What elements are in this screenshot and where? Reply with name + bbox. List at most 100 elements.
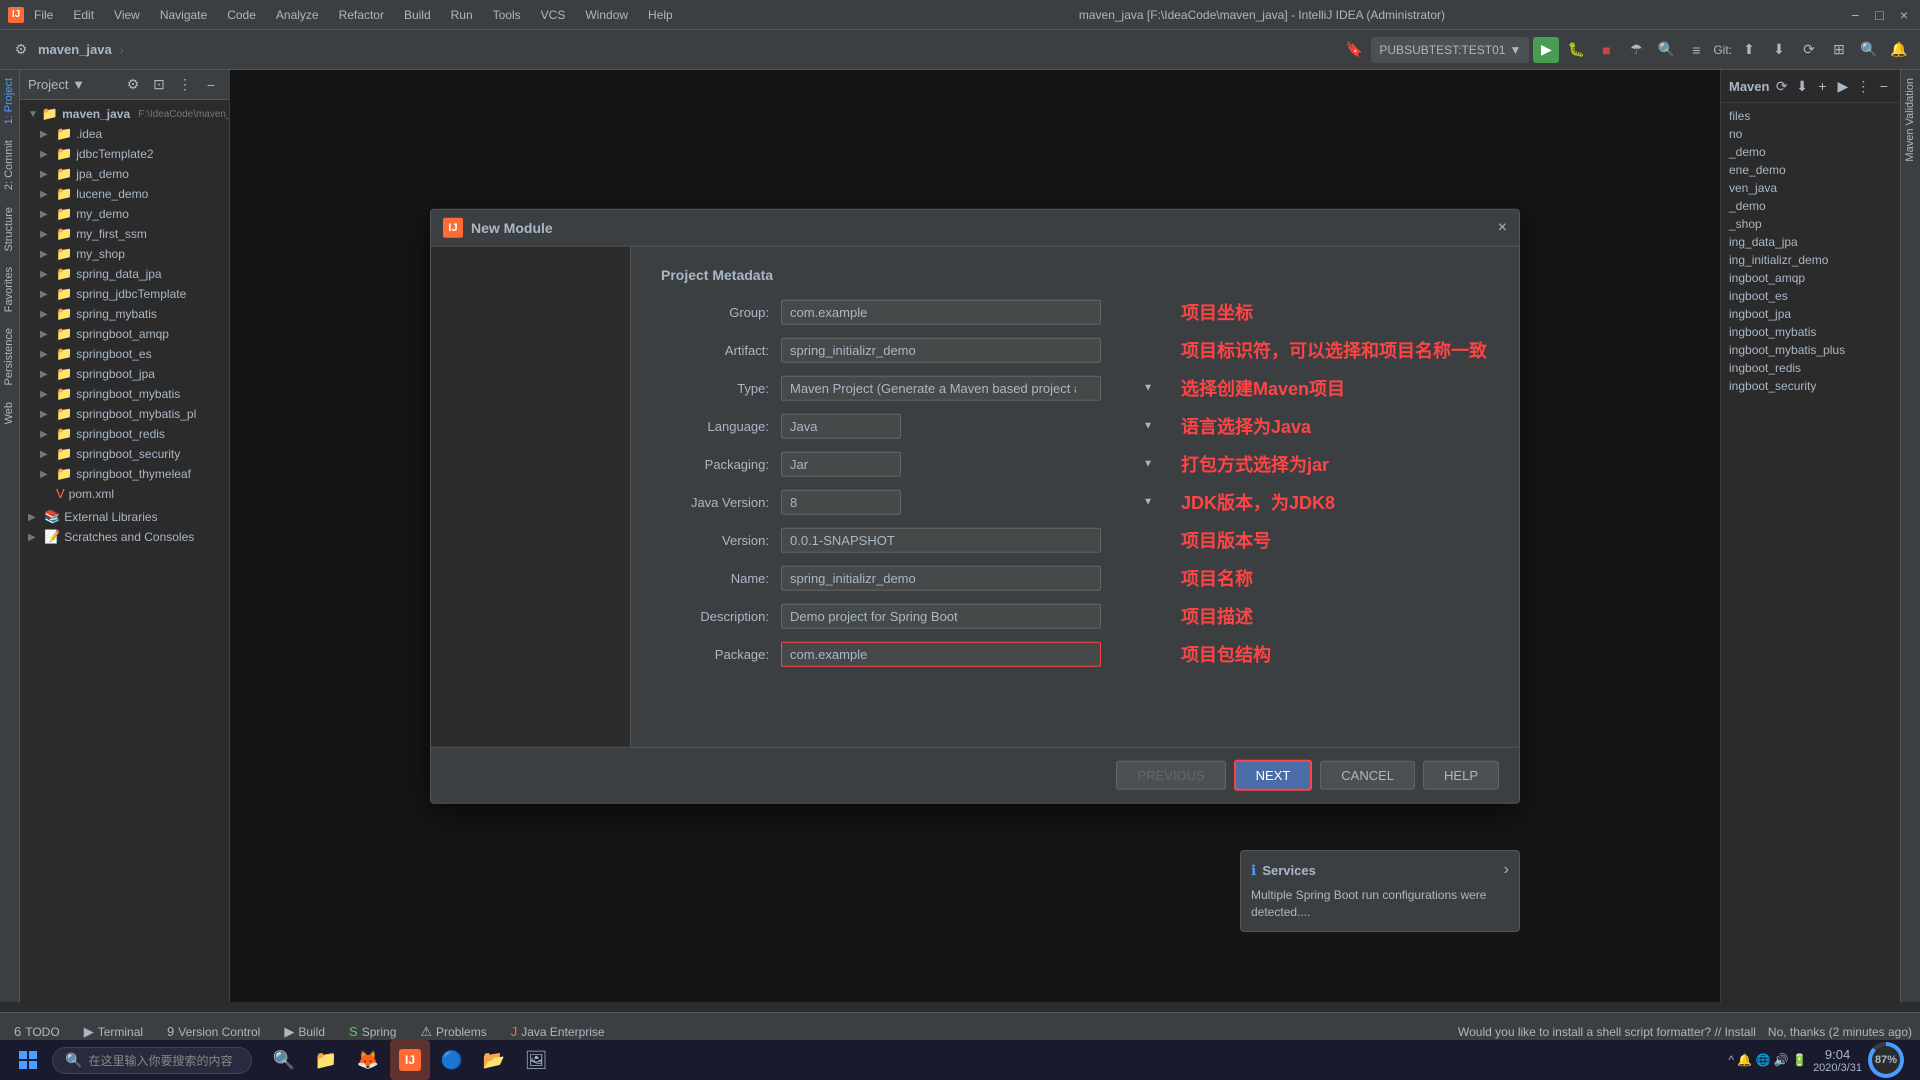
maven-item[interactable]: ingboot_redis: [1721, 359, 1900, 377]
maven-more-icon[interactable]: ⋮: [1855, 76, 1871, 96]
start-button[interactable]: [8, 1045, 48, 1075]
artifact-input[interactable]: [781, 337, 1101, 362]
coverage-button[interactable]: ☂: [1623, 37, 1649, 63]
close-button[interactable]: ×: [1896, 7, 1912, 23]
tree-root[interactable]: ▼ 📁 maven_java F:\IdeaCode\maven_java: [20, 104, 229, 124]
maven-item[interactable]: ven_java: [1721, 179, 1900, 197]
panel-more-icon[interactable]: ⋮: [175, 75, 195, 95]
right-tabs[interactable]: Maven Validation: [1900, 70, 1920, 1002]
maven-item[interactable]: ing_data_jpa: [1721, 233, 1900, 251]
tree-springboot-redis[interactable]: ▶ 📁 springboot_redis: [20, 424, 229, 444]
maven-item[interactable]: ingboot_mybatis: [1721, 323, 1900, 341]
git-history-button[interactable]: ⟳: [1796, 37, 1822, 63]
tree-my-shop[interactable]: ▶ 📁 my_shop: [20, 244, 229, 264]
services-expand-icon[interactable]: ›: [1504, 861, 1509, 879]
left-tab-favorites[interactable]: Favorites: [0, 259, 19, 320]
stop-button[interactable]: ■: [1593, 37, 1619, 63]
tree-spring-jdbctemplate[interactable]: ▶ 📁 spring_jdbcTemplate: [20, 284, 229, 304]
maven-refresh-icon[interactable]: ⟳: [1773, 76, 1789, 96]
tree-jpa-demo[interactable]: ▶ 📁 jpa_demo: [20, 164, 229, 184]
type-select[interactable]: Maven Project (Generate a Maven based pr…: [781, 375, 1101, 400]
menu-view[interactable]: View: [110, 6, 144, 24]
menu-window[interactable]: Window: [581, 6, 632, 24]
settings-button[interactable]: ⚙: [8, 37, 34, 63]
left-tab-persistence[interactable]: Persistence: [0, 320, 19, 393]
maven-item[interactable]: ingboot_mybatis_plus: [1721, 341, 1900, 359]
left-tab-web[interactable]: Web: [0, 394, 19, 432]
tree-springboot-jpa[interactable]: ▶ 📁 springboot_jpa: [20, 364, 229, 384]
maven-item[interactable]: _shop: [1721, 215, 1900, 233]
maven-item[interactable]: ingboot_security: [1721, 377, 1900, 395]
tree-spring-mybatis[interactable]: ▶ 📁 spring_mybatis: [20, 304, 229, 324]
bookmark-button[interactable]: 🔖: [1341, 37, 1367, 63]
packaging-select[interactable]: Jar War: [781, 451, 901, 476]
cancel-button[interactable]: CANCEL: [1320, 761, 1415, 790]
maven-item[interactable]: _demo: [1721, 197, 1900, 215]
name-input[interactable]: [781, 565, 1101, 590]
taskbar-search-app[interactable]: 🔍: [264, 1040, 304, 1080]
notification-button[interactable]: 🔔: [1886, 37, 1912, 63]
left-tabs[interactable]: 1: Project 2: Commit Structure Favorites…: [0, 70, 20, 1002]
maven-item[interactable]: no: [1721, 125, 1900, 143]
tree-springboot-amqp[interactable]: ▶ 📁 springboot_amqp: [20, 324, 229, 344]
search-everywhere-button[interactable]: 🔍: [1856, 37, 1882, 63]
tree-springboot-thymeleaf[interactable]: ▶ 📁 springboot_thymeleaf: [20, 464, 229, 484]
structure-button[interactable]: ≡: [1683, 37, 1709, 63]
maven-item[interactable]: files: [1721, 107, 1900, 125]
description-input[interactable]: [781, 603, 1101, 628]
tree-pom-xml[interactable]: ▶ V pom.xml: [20, 484, 229, 503]
tree-idea[interactable]: ▶ 📁 .idea: [20, 124, 229, 144]
taskbar-photos-app[interactable]: 🖼: [516, 1040, 556, 1080]
menu-refactor[interactable]: Refactor: [335, 6, 388, 24]
maven-item[interactable]: ing_initializr_demo: [1721, 251, 1900, 269]
tree-my-first-ssm[interactable]: ▶ 📁 my_first_ssm: [20, 224, 229, 244]
git-pull-button[interactable]: ⬇: [1766, 37, 1792, 63]
menu-run[interactable]: Run: [447, 6, 477, 24]
right-tab-maven-validation[interactable]: Maven Validation: [1901, 70, 1920, 170]
taskbar-explorer-app[interactable]: 📂: [474, 1040, 514, 1080]
maven-item[interactable]: ingboot_es: [1721, 287, 1900, 305]
maximize-button[interactable]: □: [1871, 7, 1887, 23]
tree-springboot-mybatis-pl[interactable]: ▶ 📁 springboot_mybatis_pl: [20, 404, 229, 424]
java-version-select[interactable]: 8 11 17: [781, 489, 901, 514]
maven-add-icon[interactable]: +: [1814, 76, 1830, 96]
menu-tools[interactable]: Tools: [489, 6, 525, 24]
maven-item[interactable]: ene_demo: [1721, 161, 1900, 179]
tree-springboot-es[interactable]: ▶ 📁 springboot_es: [20, 344, 229, 364]
maven-minimize-icon[interactable]: −: [1876, 76, 1892, 96]
run-config-selector[interactable]: PUBSUBTEST:TEST01 ▼: [1371, 37, 1529, 63]
search-button[interactable]: 🔍: [1653, 37, 1679, 63]
menu-code[interactable]: Code: [223, 6, 260, 24]
left-tab-structure[interactable]: Structure: [0, 199, 19, 260]
taskbar-search[interactable]: 🔍 在这里输入你要搜索的内容: [52, 1047, 252, 1074]
window-controls[interactable]: − □ ×: [1847, 7, 1912, 23]
package-input[interactable]: [781, 641, 1101, 666]
maven-item[interactable]: _demo: [1721, 143, 1900, 161]
run-button[interactable]: ▶: [1533, 37, 1559, 63]
modal-close-button[interactable]: ×: [1498, 219, 1507, 237]
group-input[interactable]: [781, 299, 1101, 324]
tree-scratches[interactable]: ▶ 📝 Scratches and Consoles: [20, 527, 229, 547]
tree-lucene-demo[interactable]: ▶ 📁 lucene_demo: [20, 184, 229, 204]
menu-help[interactable]: Help: [644, 6, 677, 24]
menu-edit[interactable]: Edit: [69, 6, 98, 24]
maven-download-icon[interactable]: ⬇: [1794, 76, 1810, 96]
next-button[interactable]: NEXT: [1234, 760, 1313, 791]
grid-button[interactable]: ⊞: [1826, 37, 1852, 63]
panel-minimize-icon[interactable]: −: [201, 75, 221, 95]
taskbar-files-app[interactable]: 📁: [306, 1040, 346, 1080]
maven-item[interactable]: ingboot_amqp: [1721, 269, 1900, 287]
help-button[interactable]: HELP: [1423, 761, 1499, 790]
menu-navigate[interactable]: Navigate: [156, 6, 211, 24]
tree-springboot-security[interactable]: ▶ 📁 springboot_security: [20, 444, 229, 464]
version-input[interactable]: [781, 527, 1101, 552]
menu-build[interactable]: Build: [400, 6, 435, 24]
previous-button[interactable]: PREVIOUS: [1116, 761, 1225, 790]
tree-jdbctemplate2[interactable]: ▶ 📁 jdbcTemplate2: [20, 144, 229, 164]
tree-springboot-mybatis[interactable]: ▶ 📁 springboot_mybatis: [20, 384, 229, 404]
tree-my-demo[interactable]: ▶ 📁 my_demo: [20, 204, 229, 224]
panel-settings-icon[interactable]: ⚙: [123, 75, 143, 95]
taskbar-chrome-app[interactable]: 🔵: [432, 1040, 472, 1080]
taskbar-firefox-app[interactable]: 🦊: [348, 1040, 388, 1080]
tree-external-libraries[interactable]: ▶ 📚 External Libraries: [20, 507, 229, 527]
